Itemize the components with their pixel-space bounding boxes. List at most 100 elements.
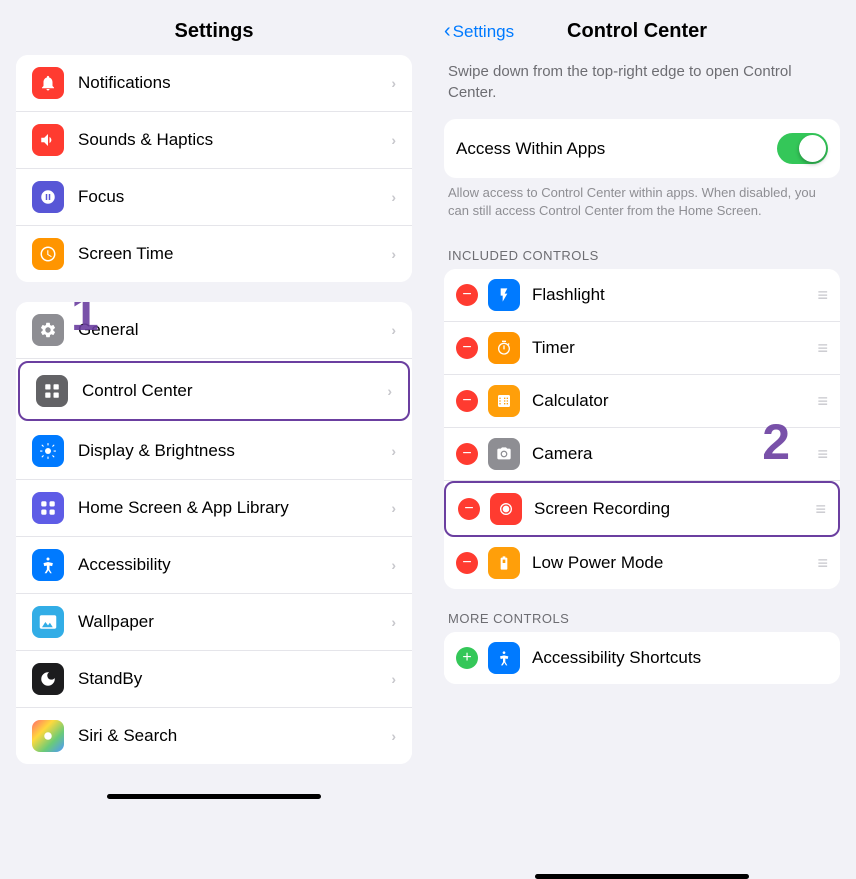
sidebar-item-wallpaper[interactable]: Wallpaper › [16, 594, 412, 651]
reorder-lowpower-handle[interactable]: ≡ [817, 553, 828, 574]
homescreen-label: Home Screen & App Library [78, 498, 391, 518]
right-panel-title: Control Center [514, 20, 760, 43]
screentime-label: Screen Time [78, 244, 391, 264]
sidebar-item-focus[interactable]: Focus › [16, 169, 412, 226]
sidebar-item-screentime[interactable]: Screen Time › [16, 226, 412, 282]
back-button[interactable]: ‹ Settings [444, 20, 514, 43]
homescreen-chevron: › [391, 500, 396, 516]
accessibilityshortcuts-label: Accessibility Shortcuts [532, 648, 828, 668]
lowpower-icon [488, 547, 520, 579]
reorder-flashlight-handle[interactable]: ≡ [817, 285, 828, 306]
siri-chevron: › [391, 728, 396, 744]
flashlight-label: Flashlight [532, 285, 817, 305]
back-chevron-icon: ‹ [444, 20, 451, 43]
siri-icon [32, 720, 64, 752]
display-chevron: › [391, 443, 396, 459]
right-home-indicator [535, 874, 749, 879]
display-icon [32, 435, 64, 467]
controlcenter-icon [36, 375, 68, 407]
accessibility-icon [32, 549, 64, 581]
sidebar-item-accessibility[interactable]: Accessibility › [16, 537, 412, 594]
remove-camera-button[interactable]: − [456, 443, 478, 465]
settings-group-1: Notifications › Sounds & Haptics › Focus… [16, 55, 412, 282]
screenrecording-icon [490, 493, 522, 525]
screentime-icon [32, 238, 64, 270]
back-label: Settings [453, 22, 514, 42]
control-item-flashlight[interactable]: − Flashlight ≡ [444, 269, 840, 322]
remove-lowpower-button[interactable]: − [456, 552, 478, 574]
control-item-timer[interactable]: − Timer ≡ [444, 322, 840, 375]
homescreen-icon [32, 492, 64, 524]
sidebar-item-sounds[interactable]: Sounds & Haptics › [16, 112, 412, 169]
standby-chevron: › [391, 671, 396, 687]
more-controls-header: MORE CONTROLS [444, 595, 840, 632]
access-toggle-row: Access Within Apps [456, 119, 828, 178]
sidebar-item-displaybrightness[interactable]: Display & Brightness › [16, 423, 412, 480]
more-controls-list: + Accessibility Shortcuts [444, 632, 840, 684]
reorder-calculator-handle[interactable]: ≡ [817, 391, 828, 412]
general-icon [32, 314, 64, 346]
included-controls-list: − Flashlight ≡ − Timer ≡ − [444, 269, 840, 589]
reorder-camera-handle[interactable]: ≡ [817, 444, 828, 465]
access-toggle-description: Allow access to Control Center within ap… [444, 184, 840, 232]
wallpaper-chevron: › [391, 614, 396, 630]
sidebar-item-controlcenter[interactable]: Control Center › [18, 361, 410, 421]
add-accessibilityshortcuts-button[interactable]: + [456, 647, 478, 669]
camera-icon [488, 438, 520, 470]
timer-icon [488, 332, 520, 364]
controlcenter-label: Control Center [82, 381, 387, 401]
sidebar-item-standby[interactable]: StandBy › [16, 651, 412, 708]
access-within-apps-toggle[interactable] [777, 133, 828, 164]
control-item-lowpowermode[interactable]: − Low Power Mode ≡ [444, 537, 840, 589]
remove-calculator-button[interactable]: − [456, 390, 478, 412]
controlcenter-chevron: › [387, 383, 392, 399]
toggle-knob [799, 135, 826, 162]
reorder-timer-handle[interactable]: ≡ [817, 338, 828, 359]
control-center-description: Swipe down from the top-right edge to op… [444, 53, 840, 119]
notifications-icon [32, 67, 64, 99]
reorder-screenrecording-handle[interactable]: ≡ [815, 499, 826, 520]
sounds-icon [32, 124, 64, 156]
remove-screenrecording-button[interactable]: − [458, 498, 480, 520]
control-item-camera[interactable]: − Camera 2 ≡ [444, 428, 840, 481]
left-home-indicator [107, 794, 321, 799]
focus-chevron: › [391, 189, 396, 205]
remove-flashlight-button[interactable]: − [456, 284, 478, 306]
settings-title: Settings [0, 0, 428, 55]
standby-label: StandBy [78, 669, 391, 689]
included-controls-header: INCLUDED CONTROLS [444, 232, 840, 269]
flashlight-icon [488, 279, 520, 311]
sounds-label: Sounds & Haptics [78, 130, 391, 150]
wallpaper-label: Wallpaper [78, 612, 391, 632]
display-label: Display & Brightness [78, 441, 391, 461]
focus-icon [32, 181, 64, 213]
sidebar-item-notifications[interactable]: Notifications › [16, 55, 412, 112]
accessibility-label: Accessibility [78, 555, 391, 575]
access-within-apps-card: Access Within Apps [444, 119, 840, 178]
wallpaper-icon [32, 606, 64, 638]
general-chevron: › [391, 322, 396, 338]
control-item-screenrecording[interactable]: − Screen Recording ≡ [444, 481, 840, 537]
calculator-icon [488, 385, 520, 417]
screenrecording-label: Screen Recording [534, 499, 815, 519]
control-item-calculator[interactable]: − Calculator ≡ [444, 375, 840, 428]
sidebar-item-siri[interactable]: Siri & Search › [16, 708, 412, 764]
remove-timer-button[interactable]: − [456, 337, 478, 359]
lowpower-label: Low Power Mode [532, 553, 817, 573]
sounds-chevron: › [391, 132, 396, 148]
sidebar-item-general[interactable]: General 1 › [16, 302, 412, 359]
control-center-panel: ‹ Settings Control Center Swipe down fro… [428, 0, 856, 879]
notifications-label: Notifications [78, 73, 391, 93]
notifications-chevron: › [391, 75, 396, 91]
siri-label: Siri & Search [78, 726, 391, 746]
calculator-label: Calculator [532, 391, 817, 411]
access-within-apps-label: Access Within Apps [456, 139, 777, 159]
general-label: General [78, 320, 391, 340]
timer-label: Timer [532, 338, 817, 358]
sidebar-item-homescreen[interactable]: Home Screen & App Library › [16, 480, 412, 537]
accessibility-chevron: › [391, 557, 396, 573]
focus-label: Focus [78, 187, 391, 207]
right-panel-content: Swipe down from the top-right edge to op… [428, 53, 856, 864]
accessibilityshortcuts-icon [488, 642, 520, 674]
control-item-accessibilityshortcuts[interactable]: + Accessibility Shortcuts [444, 632, 840, 684]
